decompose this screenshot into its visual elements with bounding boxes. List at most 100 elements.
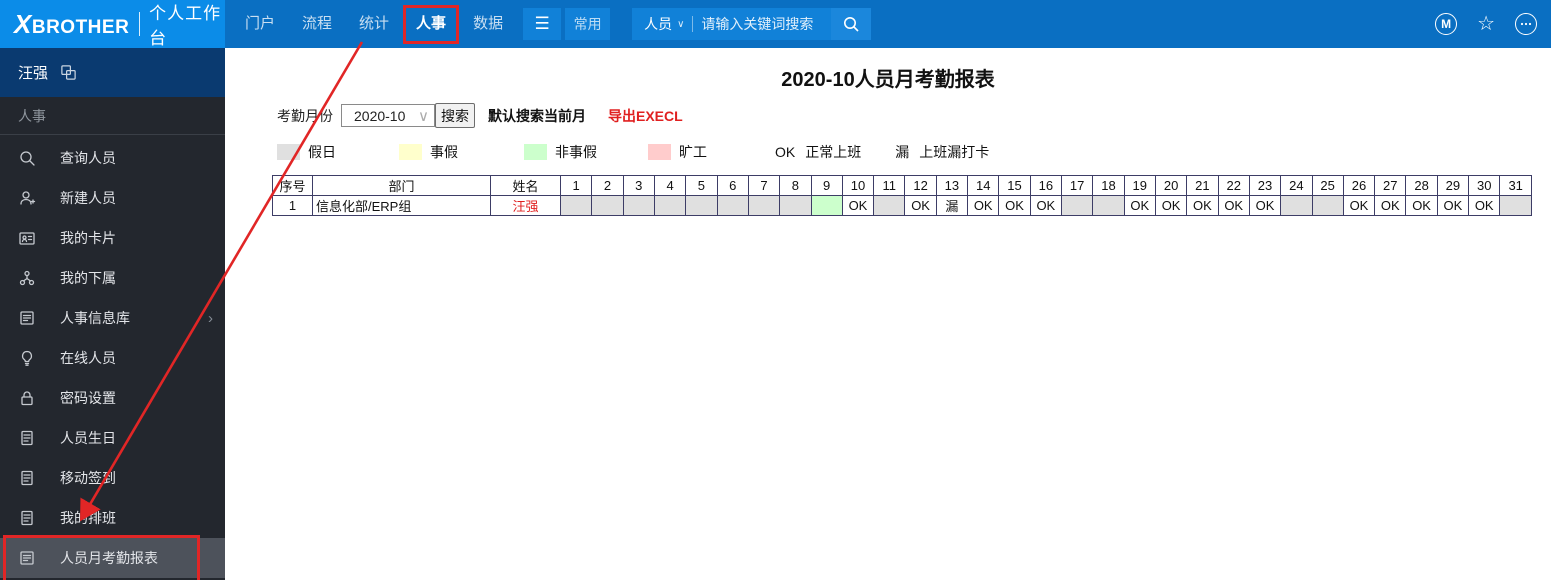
legend-label: 假日 [308,144,336,160]
day-cell [873,195,906,216]
sidebar-item-4[interactable]: 人事信息库 › [0,298,225,338]
chevron-right-icon: › [208,309,213,327]
legend-item-3: 旷工 [648,142,707,162]
search-icon [18,149,36,167]
sidebar-item-9[interactable]: 我的排班 [0,498,225,538]
day-cell [810,195,843,216]
day-header: 4 [653,175,687,196]
day-cell [1092,195,1125,216]
legend-code: 漏 [895,144,910,160]
day-header: 24 [1280,175,1313,196]
sidebar-item-1[interactable]: 新建人员 [0,178,225,218]
doc-icon [18,509,36,527]
legend-swatch [399,144,422,160]
primary-nav: 门户 流程 统计 人事 数据 [245,0,503,48]
legend-label: 事假 [430,144,458,160]
more-options-icon[interactable] [1515,13,1537,35]
day-header: 5 [685,175,718,196]
day-header: 28 [1405,175,1438,196]
day-header: 17 [1060,175,1094,196]
sidebar-menu: 查询人员新建人员我的卡片我的下属 人事信息库 › 在线人员密码设置人员生日移动签到我的… [0,138,225,580]
legend-label: 正常上班 [805,144,862,160]
day-cell: OK [1436,195,1470,216]
legend-swatch [277,144,300,160]
doc-list-icon [18,549,36,567]
sidebar-item-label: 我的排班 [60,510,116,526]
day-header: 2 [591,175,624,196]
sidebar: 汪强 人事 查询人员 新建人员 我的卡片 我的下属 人事信息库 › 在线人员 密码设置 人员生日… [0,48,225,580]
day-cell: OK [1217,195,1250,216]
menu-icon[interactable]: ☰ [523,8,562,40]
sidebar-item-label: 密码设置 [60,390,116,406]
sidebar-item-5[interactable]: 在线人员 [0,338,225,378]
brand-wordmark: XBROTHER [14,8,130,39]
nav-tab-2[interactable]: 统计 [359,0,389,48]
sidebar-item-label: 查询人员 [60,150,116,166]
main-content: 2020-10人员月考勤报表 考勤月份 2020-10 ∨ 搜索 默认搜索当前月… [225,48,1551,580]
search-category-select[interactable]: 人员 ∨ [632,14,692,34]
row-employee-name: 汪强 [490,195,561,216]
col-header-1: 部门 [312,175,491,196]
day-header: 7 [747,175,781,196]
day-cell [1311,195,1344,216]
sidebar-item-8[interactable]: 移动签到 [0,458,225,498]
switch-account-icon[interactable] [60,64,77,81]
col-header-2: 姓名 [490,175,561,196]
nav-tab-0[interactable]: 门户 [245,0,275,48]
attendance-month-select[interactable]: 2020-10 ∨ [341,104,435,127]
day-header: 16 [1029,175,1063,196]
sidebar-item-label: 在线人员 [60,350,116,366]
month-value: 2020-10 [354,107,406,124]
search-icon[interactable] [831,8,872,40]
page-title: 2020-10人员月考勤报表 [781,69,995,91]
search-category-label: 人员 [644,16,673,32]
sidebar-item-6[interactable]: 密码设置 [0,378,225,418]
sidebar-item-label: 我的卡片 [60,230,116,246]
day-header: 11 [873,175,906,196]
nav-tab-4[interactable]: 数据 [473,0,503,48]
day-header: 19 [1123,175,1156,196]
favorite-star-icon[interactable]: ☆ [1477,14,1495,34]
id-card-icon [18,229,36,247]
month-label: 考勤月份 [277,107,333,124]
search-month-button[interactable]: 搜索 [435,103,475,128]
report-controls: 考勤月份 2020-10 ∨ 搜索 默认搜索当前月 导出EXECL [277,103,1551,128]
day-cell [685,195,718,216]
day-cell: 漏 [935,195,969,216]
app-logo: XBROTHER 个人工作台 [0,0,225,48]
legend-label: 上班漏打卡 [919,144,990,160]
sidebar-item-0[interactable]: 查询人员 [0,138,225,178]
nav-tab-3[interactable]: 人事 [403,0,460,48]
sidebar-item-7[interactable]: 人员生日 [0,418,225,458]
bulb-icon [18,349,36,367]
table-row: 1 信息化部/ERP组 汪强 OK OK 漏 OK OK OK OK OK OK OK OK OK OK OK O… [272,195,1532,216]
product-name: 个人工作台 [149,4,222,48]
search-input[interactable] [693,16,832,32]
logo-divider [139,12,141,36]
day-header: 30 [1468,175,1501,196]
day-cell [591,195,624,216]
doc-list-icon [18,309,36,327]
export-excel-link[interactable]: 导出EXECL [608,106,683,126]
day-cell: OK [1468,195,1501,216]
legend-label: 旷工 [679,144,707,160]
day-cell [747,195,781,216]
sidebar-divider [0,134,225,135]
row-department: 信息化部/ERP组 [312,195,491,216]
legend: 假日 事假 非事假 旷工 OK 正常上班 漏上班漏打卡 [277,142,1551,162]
nav-tab-1[interactable]: 流程 [302,0,332,48]
quick-access-button[interactable]: 常用 [565,8,611,40]
sidebar-item-2[interactable]: 我的卡片 [0,218,225,258]
doc-icon [18,429,36,447]
global-search: 人员 ∨ [632,8,872,40]
day-cell [653,195,687,216]
day-cell [622,195,655,216]
day-cell [779,195,812,216]
legend-item-1: 事假 [399,142,458,162]
day-cell: OK [967,195,1000,216]
sidebar-item-3[interactable]: 我的下属 [0,258,225,298]
sidebar-item-10[interactable]: 人员月考勤报表 [0,535,225,580]
sidebar-item-label: 人员生日 [60,430,116,446]
sidebar-section-label: 人事 [18,108,46,124]
m-badge-icon[interactable]: M [1435,13,1458,35]
